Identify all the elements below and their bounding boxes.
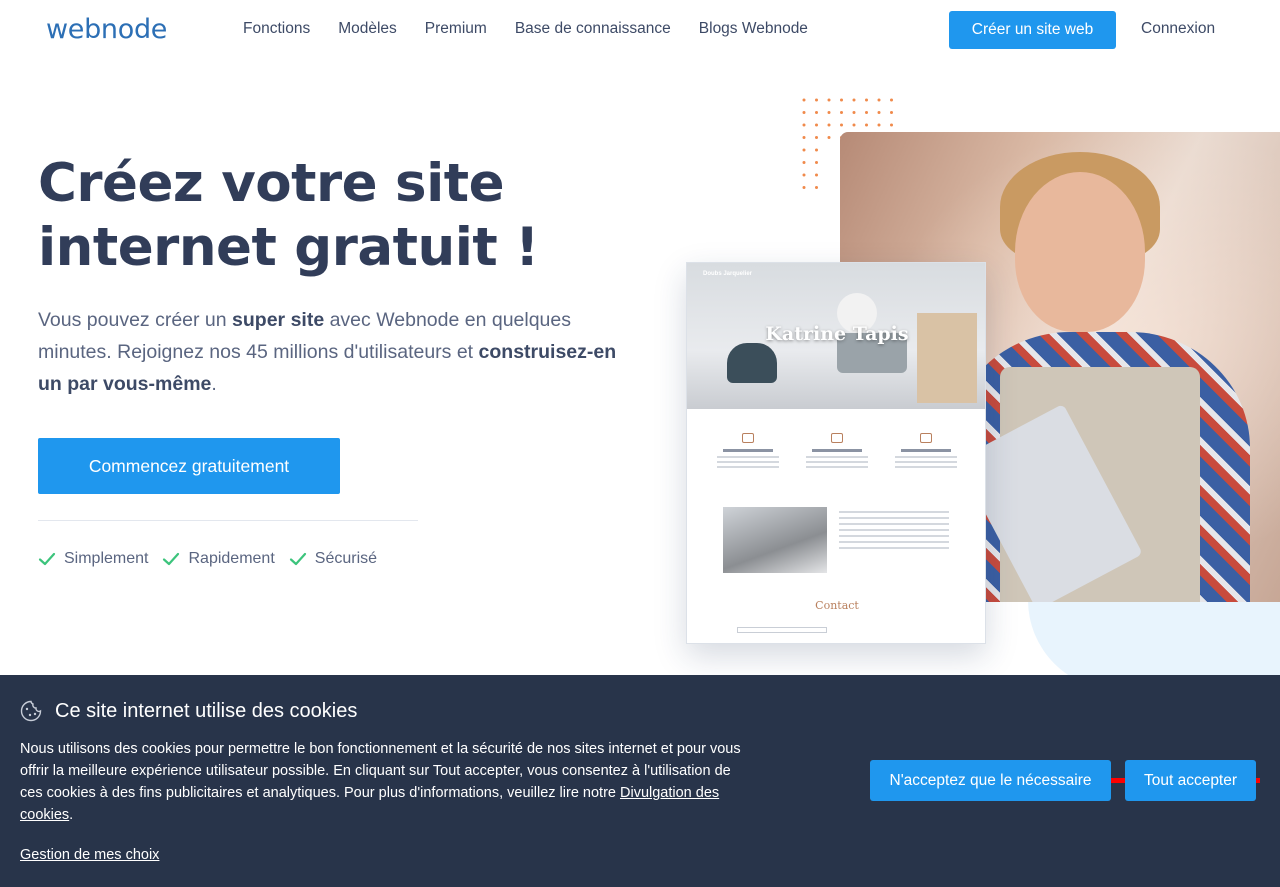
cookie-text: Nous utilisons des cookies pour permettr… — [20, 738, 750, 826]
hero-title: Créez votre site internet gratuit ! — [38, 153, 539, 278]
mockup-form-field — [737, 627, 827, 633]
mockup-title: Katrine Tapis — [765, 323, 909, 345]
nav-item-knowledge-base[interactable]: Base de connaissance — [515, 20, 671, 38]
decorative-dot — [852, 111, 856, 114]
decorative-dot — [815, 98, 818, 102]
nav-item-fonctions[interactable]: Fonctions — [243, 20, 310, 38]
decorative-dot — [840, 111, 843, 114]
decorative-dot — [802, 161, 806, 164]
decorative-dot — [852, 98, 856, 102]
decorative-dot — [802, 111, 806, 114]
decorative-dot — [815, 186, 818, 189]
mockup-text — [839, 507, 949, 553]
cookie-title: Ce site internet utilise des cookies — [55, 700, 358, 722]
decorative-dot — [877, 111, 881, 114]
decorative-dot — [802, 186, 806, 189]
accept-necessary-button[interactable]: N'acceptez que le nécessaire — [870, 760, 1111, 801]
main-nav: Fonctions Modèles Premium Base de connai… — [243, 20, 808, 38]
decorative-dot — [877, 98, 881, 102]
site-header: webnode Fonctions Modèles Premium Base d… — [0, 0, 1280, 62]
nav-item-blogs[interactable]: Blogs Webnode — [699, 20, 808, 38]
feature-label: Sécurisé — [314, 550, 378, 567]
decorative-dot — [865, 98, 868, 102]
decorative-dot — [865, 123, 868, 127]
feature-label: Simplement — [64, 550, 149, 567]
decorative-dot — [877, 123, 881, 127]
decorative-dot — [815, 148, 818, 152]
mockup-columns — [717, 433, 957, 471]
decorative-dot — [802, 98, 806, 102]
decorative-dot — [815, 123, 818, 127]
decorative-dot — [865, 111, 868, 114]
hero-divider — [38, 520, 418, 521]
feature-item: Sécurisé — [289, 550, 377, 568]
decorative-dot — [815, 136, 818, 139]
cookie-icon — [20, 700, 42, 722]
decorative-dot — [890, 98, 893, 102]
create-site-button[interactable]: Créer un site web — [949, 11, 1116, 49]
decorative-dot — [815, 111, 818, 114]
cookie-body-end: . — [69, 807, 74, 823]
feature-label: Rapidement — [188, 550, 275, 567]
decorative-dot — [802, 136, 806, 139]
check-icon — [163, 552, 180, 566]
webnode-logo[interactable]: webnode — [46, 14, 167, 45]
decorative-dot — [802, 173, 806, 177]
subtitle-text-1: Vous pouvez créer un — [38, 309, 233, 331]
decorative-dot — [827, 136, 831, 139]
nav-item-modeles[interactable]: Modèles — [338, 20, 397, 38]
mockup-image — [723, 507, 827, 573]
mockup-contact: Contact — [815, 599, 859, 612]
subtitle-bold-1: super site — [232, 309, 325, 331]
decorative-dot — [840, 123, 843, 127]
nav-item-premium[interactable]: Premium — [425, 20, 487, 38]
feature-item: Simplement — [38, 550, 148, 568]
decorative-dot — [827, 111, 831, 114]
decorative-dot — [815, 161, 818, 164]
decorative-dot — [852, 123, 856, 127]
decorative-dot — [840, 98, 843, 102]
decorative-dot — [802, 123, 806, 127]
manage-choices-link[interactable]: Gestion de mes choix — [20, 847, 159, 863]
subtitle-text-3: . — [211, 373, 217, 395]
decorative-dot — [827, 98, 831, 102]
website-mockup: Doubs Jarquelier Katrine Tapis Contact — [686, 262, 986, 644]
decorative-dot — [890, 123, 893, 127]
decorative-dot — [827, 123, 831, 127]
feature-item: Rapidement — [162, 550, 275, 568]
check-icon — [289, 552, 306, 566]
decorative-dot — [802, 148, 806, 152]
accept-all-button[interactable]: Tout accepter — [1125, 760, 1256, 801]
cookie-banner: Ce site internet utilise des cookies Nou… — [0, 675, 1280, 887]
decorative-dot — [815, 173, 818, 177]
hero-subtitle: Vous pouvez créer un super site avec Web… — [38, 304, 628, 400]
mockup-brand: Doubs Jarquelier — [703, 271, 753, 277]
decorative-dot — [890, 111, 893, 114]
feature-list: Simplement Rapidement Sécurisé — [38, 550, 377, 568]
check-icon — [38, 552, 56, 566]
start-free-button[interactable]: Commencez gratuitement — [38, 438, 340, 494]
login-link[interactable]: Connexion — [1141, 20, 1215, 38]
